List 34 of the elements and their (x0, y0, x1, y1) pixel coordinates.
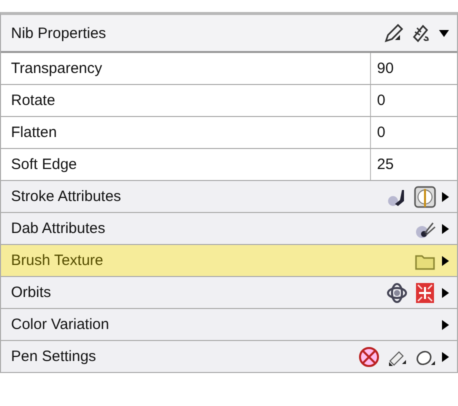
property-label: Flatten (10, 124, 58, 141)
expand-arrow-icon[interactable] (442, 256, 449, 266)
dial-icon (414, 186, 436, 208)
property-label: Soft Edge (10, 156, 78, 173)
section-row[interactable]: Brush Texture (1, 245, 457, 277)
expand-arrow-icon[interactable] (442, 288, 449, 298)
section-row[interactable]: Pen Settings (1, 341, 457, 373)
crossed-circle-icon (358, 346, 380, 368)
section-row[interactable]: Orbits (1, 277, 457, 309)
panel-title: Nib Properties (11, 24, 108, 42)
property-value[interactable]: 90 (370, 53, 457, 84)
section-row[interactable]: Color Variation (1, 309, 457, 341)
section-label: Brush Texture (11, 252, 104, 269)
property-value[interactable]: 25 (370, 149, 457, 180)
section-label: Stroke Attributes (11, 188, 122, 205)
section-row[interactable]: Dab Attributes (1, 213, 457, 245)
section-label: Pen Settings (11, 348, 98, 365)
expand-arrow-icon[interactable] (442, 320, 449, 330)
target-icon (414, 282, 436, 304)
property-value[interactable]: 0 (370, 117, 457, 148)
section-label: Orbits (11, 284, 52, 301)
expand-arrow-icon[interactable] (442, 192, 449, 202)
orbit-icon (386, 282, 408, 304)
dropdown-arrow-icon[interactable] (439, 30, 449, 36)
property-label: Transparency (10, 60, 104, 77)
property-value[interactable]: 0 (370, 85, 457, 116)
pen-icon (383, 22, 405, 44)
expand-arrow-icon[interactable] (442, 352, 449, 362)
property-label: Rotate (10, 92, 56, 109)
panel-header[interactable]: Nib Properties (1, 15, 457, 53)
expand-arrow-icon[interactable] (442, 224, 449, 234)
section-label: Color Variation (11, 316, 110, 333)
section-row[interactable]: Stroke Attributes (1, 181, 457, 213)
section-label: Dab Attributes (11, 220, 106, 237)
